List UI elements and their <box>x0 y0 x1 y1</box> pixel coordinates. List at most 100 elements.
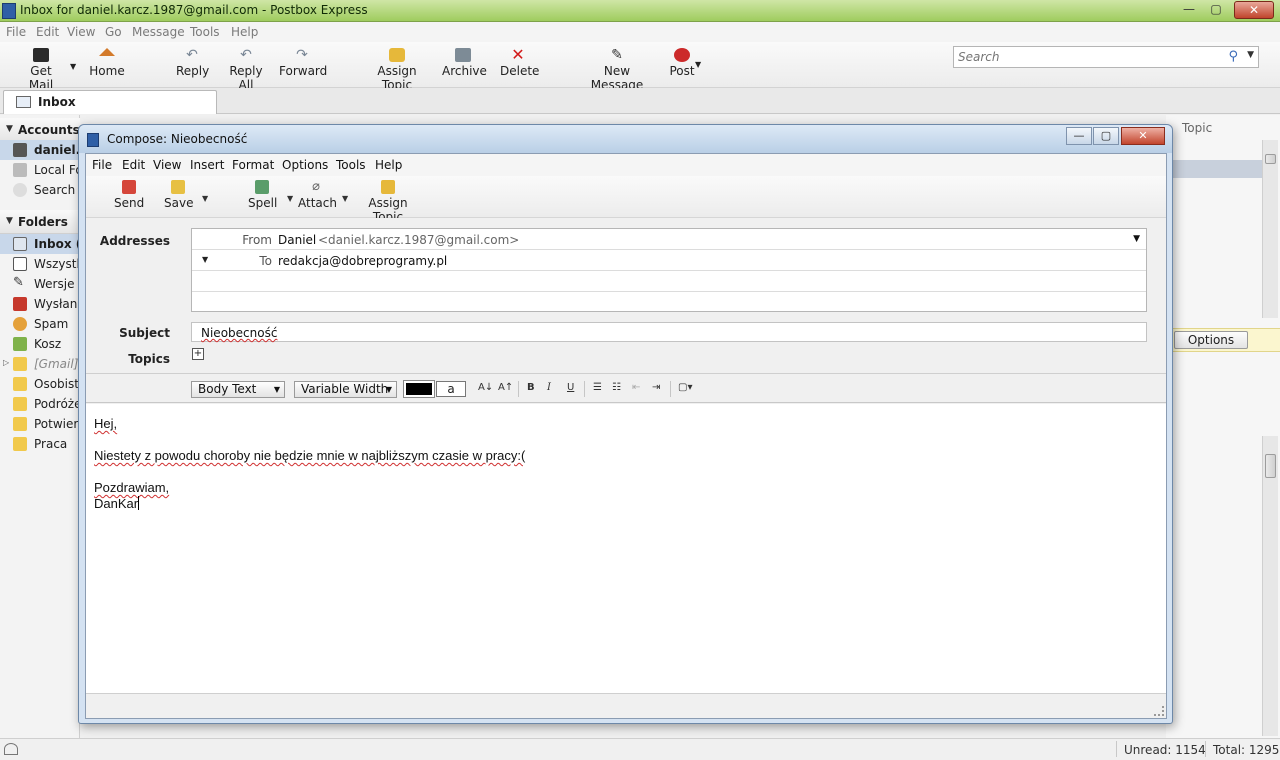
folders-header[interactable]: ▼ Folders <box>0 210 80 234</box>
add-topic-icon[interactable]: + <box>192 348 204 360</box>
compose-menu-options[interactable]: Options <box>282 158 328 172</box>
bold-icon[interactable]: B <box>527 382 535 393</box>
folder-trash[interactable]: Kosz <box>0 334 80 354</box>
spell-button[interactable]: Spell <box>248 180 277 210</box>
save-button[interactable]: Save <box>164 180 193 210</box>
menu-edit[interactable]: Edit <box>36 25 59 39</box>
folder-drafts[interactable]: ✎ Wersje r <box>0 274 80 294</box>
compose-menu-tools[interactable]: Tools <box>336 158 366 172</box>
expand-icon[interactable]: ▷ <box>3 358 9 367</box>
home-button[interactable]: Home <box>89 44 125 78</box>
search-box[interactable]: ⚲ ▼ <box>953 46 1259 68</box>
account-gmail[interactable]: daniel.k <box>0 140 80 160</box>
empty-recipient-row[interactable] <box>192 271 1146 292</box>
folder-potwierdzenia[interactable]: Potwierd <box>0 414 80 434</box>
menu-go[interactable]: Go <box>105 25 122 39</box>
menu-tools[interactable]: Tools <box>190 25 220 39</box>
attach-dropdown-icon[interactable]: ▼ <box>342 194 348 203</box>
folder-spam[interactable]: Spam <box>0 314 80 334</box>
insert-icon[interactable]: ▢▾ <box>678 382 692 393</box>
folder-podroze[interactable]: Podróże <box>0 394 80 414</box>
message-list-scrollbar[interactable] <box>1262 140 1278 318</box>
font-select[interactable]: Variable Width ▼ <box>294 381 397 398</box>
topic-column-header[interactable]: Topic <box>1182 121 1212 135</box>
compose-minimize-button[interactable]: — <box>1066 127 1092 145</box>
smaller-text-icon[interactable]: A↓ <box>478 382 493 393</box>
compose-menu-view[interactable]: View <box>153 158 181 172</box>
menu-help[interactable]: Help <box>231 25 258 39</box>
accounts-header[interactable]: ▼ Accounts <box>0 118 80 142</box>
to-row[interactable]: ▼ To redakcja@dobreprogramy.pl <box>192 250 1146 271</box>
maximize-button[interactable]: ▢ <box>1203 1 1229 19</box>
larger-text-icon[interactable]: A↑ <box>498 382 513 393</box>
empty-recipient-row[interactable] <box>192 292 1146 313</box>
message-body-editor[interactable]: Hej, Niestety z powodu choroby nie będzi… <box>86 404 1166 694</box>
archive-button[interactable]: Archive <box>442 44 487 78</box>
background-color-picker[interactable]: a <box>436 381 466 397</box>
selected-message-row[interactable] <box>1170 160 1262 178</box>
folder-osobiste[interactable]: Osobiste <box>0 374 80 394</box>
italic-icon[interactable]: I <box>547 382 551 393</box>
compose-close-button[interactable]: ✕ <box>1121 127 1165 145</box>
account-local-folders[interactable]: Local Fo <box>0 160 80 180</box>
get-mail-dropdown[interactable]: ▼ <box>70 62 76 71</box>
minimize-button[interactable]: — <box>1176 1 1202 19</box>
options-button[interactable]: Options <box>1174 331 1248 349</box>
search-icon[interactable]: ⚲ <box>1228 49 1238 64</box>
from-row[interactable]: From Daniel <daniel.karcz.1987@gmail.com… <box>192 229 1146 250</box>
scrollbar-thumb[interactable] <box>1265 454 1276 478</box>
main-menubar: File Edit View Go Message Tools Help <box>0 22 1280 42</box>
indent-icon[interactable]: ⇥ <box>652 382 660 393</box>
account-icon <box>13 143 27 157</box>
resize-grip-icon[interactable] <box>1154 706 1164 716</box>
folder-sent[interactable]: Wysłane <box>0 294 80 314</box>
scrollbar-thumb[interactable] <box>1265 154 1276 164</box>
reply-all-button[interactable]: ↶ Reply All <box>222 44 270 92</box>
assign-topic-button[interactable]: Assign Topic <box>362 44 432 92</box>
forward-button[interactable]: ↷ Forward <box>279 44 327 78</box>
numbered-list-icon[interactable]: ☷ <box>612 382 621 393</box>
search-dropdown-icon[interactable]: ▼ <box>1247 50 1254 60</box>
post-dropdown[interactable]: ▼ <box>695 60 701 69</box>
reply-button[interactable]: ↶ Reply <box>176 44 209 78</box>
text-color-picker[interactable] <box>403 380 435 398</box>
subject-field[interactable]: Nieobecność <box>191 322 1147 342</box>
compose-menu-help[interactable]: Help <box>375 158 402 172</box>
to-address[interactable]: redakcja@dobreprogramy.pl <box>278 254 447 268</box>
menu-message[interactable]: Message <box>132 25 185 39</box>
addresses-label: Addresses <box>99 234 170 248</box>
close-button[interactable]: ✕ <box>1234 1 1274 19</box>
menu-file[interactable]: File <box>6 25 26 39</box>
folder-inbox[interactable]: Inbox (1 <box>0 234 80 254</box>
paragraph-style-select[interactable]: Body Text ▼ <box>191 381 285 398</box>
outdent-icon[interactable]: ⇤ <box>632 382 640 393</box>
spell-dropdown-icon[interactable]: ▼ <box>287 194 293 203</box>
body-greeting: Hej, <box>94 416 118 431</box>
forward-icon: ↷ <box>296 47 308 63</box>
menu-view[interactable]: View <box>67 25 95 39</box>
compose-menu-format[interactable]: Format <box>232 158 274 172</box>
save-dropdown-icon[interactable]: ▼ <box>202 194 208 203</box>
unread-count: Unread: 1154 <box>1124 743 1206 757</box>
from-dropdown-icon[interactable]: ▼ <box>1133 234 1140 244</box>
send-button[interactable]: Send <box>114 180 144 210</box>
folder-gmail[interactable]: ▷ [Gmail] <box>0 354 80 374</box>
account-search[interactable]: Search A <box>0 180 80 200</box>
preview-scrollbar[interactable] <box>1262 436 1278 736</box>
folder-praca[interactable]: Praca <box>0 434 80 454</box>
folder-all-mail[interactable]: Wszystk <box>0 254 80 274</box>
compose-menu-insert[interactable]: Insert <box>190 158 224 172</box>
search-input[interactable] <box>958 49 1218 65</box>
compose-menu-file[interactable]: File <box>92 158 112 172</box>
attach-button[interactable]: ⌀ Attach <box>298 180 337 210</box>
underline-icon[interactable]: U <box>567 382 574 393</box>
tab-inbox[interactable]: Inbox <box>3 90 217 114</box>
recipient-type-dropdown-icon[interactable]: ▼ <box>202 255 208 264</box>
post-button[interactable]: Post <box>669 44 695 78</box>
new-message-button[interactable]: ✎ New Message <box>580 44 654 92</box>
bullet-list-icon[interactable]: ☰ <box>593 382 602 393</box>
get-mail-button[interactable]: Get Mail <box>19 44 63 92</box>
delete-button[interactable]: ✕ Delete <box>500 44 539 79</box>
compose-menu-edit[interactable]: Edit <box>122 158 145 172</box>
compose-maximize-button[interactable]: ▢ <box>1093 127 1119 145</box>
